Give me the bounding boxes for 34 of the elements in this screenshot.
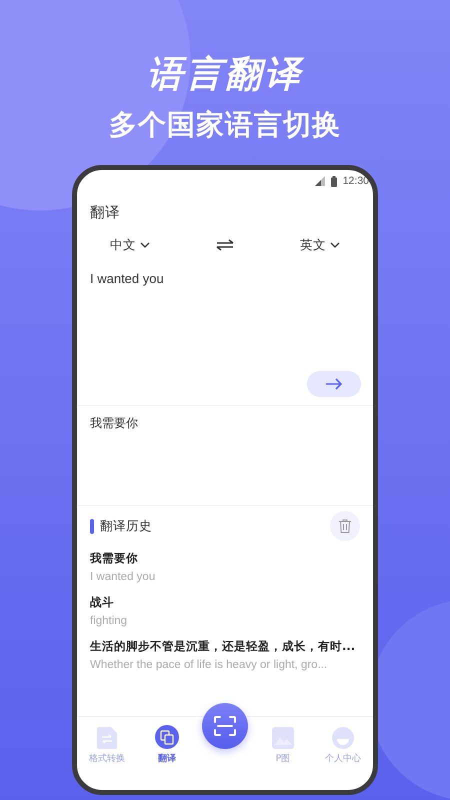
chevron-down-icon bbox=[330, 242, 340, 248]
accent-bar bbox=[90, 518, 94, 534]
translate-icon bbox=[155, 725, 179, 749]
nav-tab[interactable]: 个人中心 bbox=[313, 721, 373, 765]
swap-icon[interactable] bbox=[216, 239, 234, 251]
battery-icon bbox=[330, 176, 337, 186]
delete-button[interactable] bbox=[330, 511, 360, 541]
promo-title: 语言翻译 bbox=[147, 53, 303, 97]
scan-icon bbox=[214, 716, 236, 736]
source-language-dropdown[interactable]: 中文 bbox=[110, 236, 150, 254]
history-title: 翻译历史 bbox=[100, 518, 153, 534]
history-translation-text: fighting bbox=[90, 614, 128, 629]
trash-icon bbox=[339, 519, 351, 533]
nav-tab[interactable]: 格式转换 bbox=[77, 721, 137, 765]
document-icon bbox=[97, 727, 117, 749]
image-icon bbox=[272, 727, 294, 749]
page-title: 翻译 bbox=[90, 204, 120, 222]
history-source-text: 战斗 bbox=[90, 594, 115, 611]
promo-subtitle: 多个国家语言切换 bbox=[109, 108, 341, 142]
scan-button[interactable] bbox=[202, 703, 248, 749]
profile-icon bbox=[332, 727, 354, 749]
history-source-text: 我需要你 bbox=[90, 550, 139, 567]
nav-tab[interactable]: 翻译 bbox=[137, 721, 197, 765]
history-translation-text: I wanted you bbox=[90, 570, 156, 585]
translate-button[interactable] bbox=[307, 371, 361, 397]
input-field[interactable]: I wanted you bbox=[90, 271, 290, 286]
translation-result: 我需要你 bbox=[90, 416, 138, 430]
arrow-right-icon bbox=[325, 378, 343, 390]
target-language-dropdown[interactable]: 英文 bbox=[300, 236, 340, 254]
history-source-text: 生活的脚步不管是沉重，还是轻盈，成长，有时... bbox=[90, 638, 356, 655]
nav-tab[interactable]: P图 bbox=[253, 721, 313, 765]
history-translation-text: Whether the pace of life is heavy or light, gro... bbox=[90, 658, 328, 673]
signal-icon bbox=[314, 176, 325, 186]
chevron-down-icon bbox=[140, 242, 150, 248]
